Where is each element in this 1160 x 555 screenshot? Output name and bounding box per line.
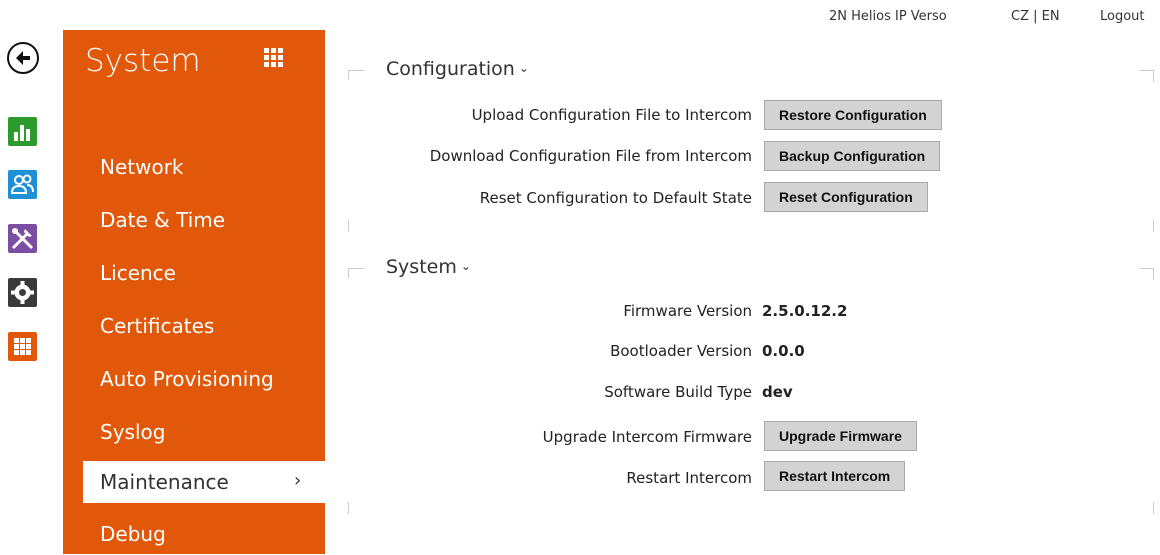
status-chart-icon [14,125,30,141]
build-type-label: Software Build Type [604,383,752,401]
language-switch[interactable]: CZ | EN [1011,9,1060,24]
restart-intercom-label: Restart Intercom [626,469,752,487]
restart-intercom-button[interactable]: Restart Intercom [764,461,906,491]
panel-divider [348,70,349,80]
back-button[interactable] [7,42,39,74]
sidebar-item-label: Licence [100,261,176,285]
sidebar-item-debug[interactable]: Debug [63,513,325,555]
reset-config-label: Reset Configuration to Default State [479,189,752,207]
panel-divider [348,70,364,71]
sidebar-item-label: Certificates [100,314,215,338]
chevron-down-icon: ⌄ [460,259,471,273]
chevron-down-icon: ⌄ [518,61,529,75]
upload-config-label: Upload Configuration File to Intercom [471,106,752,124]
device-name: 2N Helios IP Verso [829,9,947,24]
upgrade-firmware-label: Upgrade Intercom Firmware [542,428,752,446]
panel-divider [1153,502,1154,514]
services-nav-button[interactable] [8,278,37,307]
restore-configuration-button[interactable]: Restore Configuration [764,100,942,130]
panel-divider [348,220,349,232]
sidebar-item-network[interactable]: Network [63,146,325,188]
panel-divider [1140,70,1154,71]
panel-divider [1153,268,1154,280]
menu-grid-icon[interactable] [264,48,283,67]
download-config-label: Download Configuration File from Interco… [429,147,752,165]
panel-divider [348,268,349,278]
panel-divider [1140,268,1154,269]
section-title-text: System [386,256,457,278]
system-nav-button[interactable] [8,332,37,361]
panel-divider [1153,220,1154,232]
system-grid-icon [14,338,31,355]
sidebar-item-label: Maintenance [100,470,229,494]
sidebar-title: System [85,43,201,79]
sidebar-item-maintenance[interactable]: Maintenance › [83,461,325,503]
status-nav-button[interactable] [8,117,37,146]
logout-link[interactable]: Logout [1100,9,1145,24]
sidebar-item-date-time[interactable]: Date & Time [63,199,325,241]
back-arrow-icon [16,51,30,65]
sidebar-item-label: Debug [100,522,166,546]
directory-nav-button[interactable] [8,170,37,199]
configuration-title[interactable]: Configuration ⌄ [386,58,529,80]
firmware-version-value: 2.5.0.12.2 [762,302,848,320]
reset-configuration-button[interactable]: Reset Configuration [764,182,928,212]
hardware-nav-button[interactable] [8,224,37,253]
chevron-right-icon: › [294,470,302,491]
sidebar-item-label: Auto Provisioning [100,367,274,391]
directory-users-icon [10,174,34,194]
sidebar-item-label: Network [100,155,184,179]
top-bar: 2N Helios IP Verso CZ | EN Logout [760,9,1160,29]
panel-divider [348,502,349,514]
system-sidebar: System Network Date & Time Licence Certi… [63,30,325,554]
panel-divider [348,268,364,269]
backup-configuration-button[interactable]: Backup Configuration [764,141,941,171]
hardware-tools-icon [11,228,34,250]
sidebar-item-auto-provisioning[interactable]: Auto Provisioning [63,358,325,400]
section-title-text: Configuration [386,58,515,80]
panel-divider [1153,70,1154,82]
sidebar-item-label: Syslog [100,420,166,444]
bootloader-version-label: Bootloader Version [610,342,752,360]
firmware-version-label: Firmware Version [623,302,752,320]
sidebar-item-licence[interactable]: Licence [63,252,325,294]
system-title[interactable]: System ⌄ [386,256,471,278]
build-type-value: dev [762,383,793,401]
services-gear-icon [11,281,34,304]
sidebar-item-label: Date & Time [100,208,226,232]
sidebar-item-syslog[interactable]: Syslog [63,411,325,453]
bootloader-version-value: 0.0.0 [762,342,805,360]
sidebar-item-certificates[interactable]: Certificates [63,305,325,347]
upgrade-firmware-button[interactable]: Upgrade Firmware [764,421,917,451]
